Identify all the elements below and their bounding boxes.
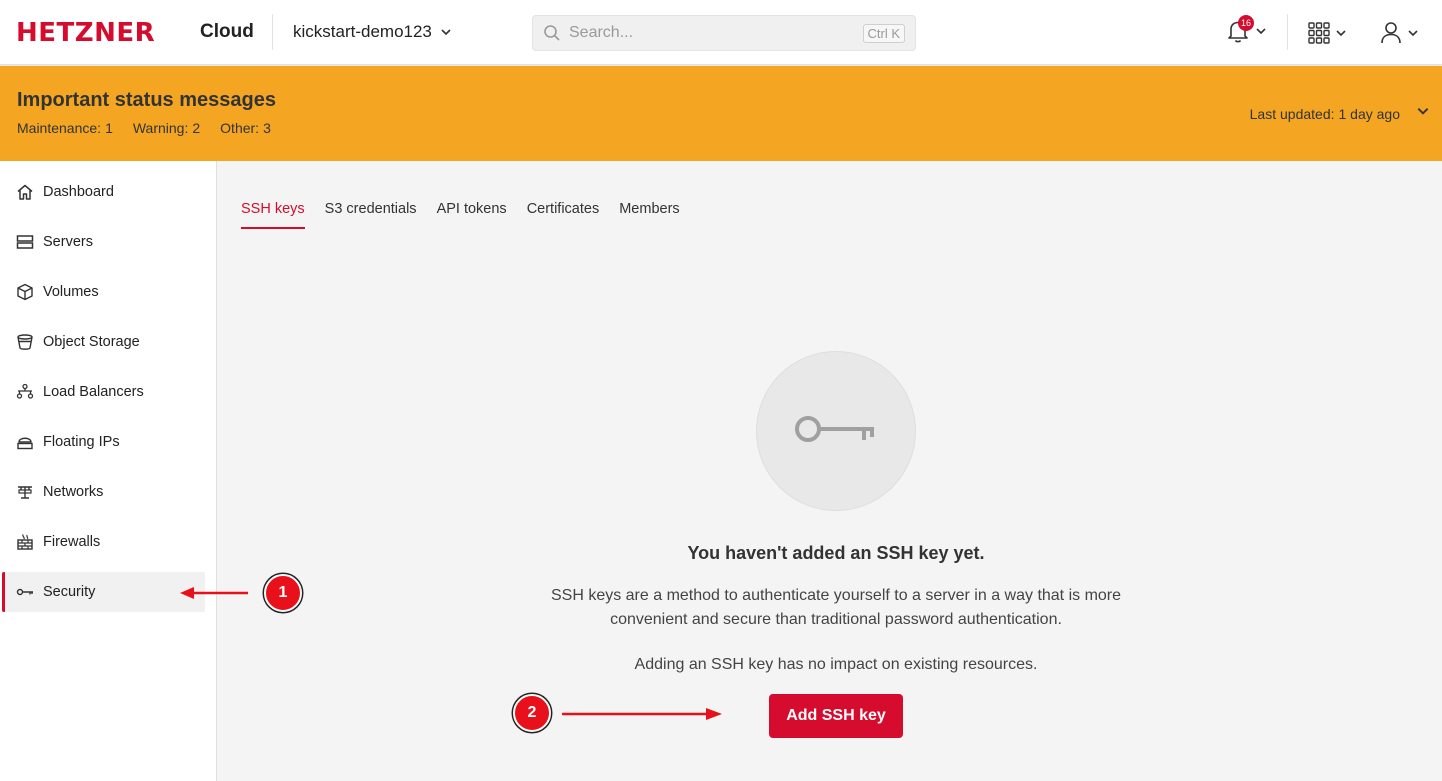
empty-state-description: SSH keys are a method to authenticate yo… <box>550 587 1122 628</box>
status-banner[interactable]: Important status messages Maintenance: 1 … <box>0 66 1442 161</box>
home-icon <box>15 182 35 202</box>
notification-badge: 16 <box>1238 15 1254 31</box>
hetzner-logo[interactable]: HETZNER <box>16 19 155 47</box>
user-icon <box>1381 22 1401 44</box>
header-divider <box>1287 14 1288 50</box>
status-title: Important status messages <box>17 89 276 111</box>
sidebar-item-security[interactable]: Security <box>2 572 205 612</box>
empty-state-note: Adding an SSH key has no impact on exist… <box>634 656 1038 673</box>
sidebar-item-label: Security <box>43 584 96 600</box>
empty-state-illustration <box>756 351 916 511</box>
sidebar: Dashboard Servers Volumes Object Storage… <box>0 161 217 781</box>
key-icon <box>795 416 874 442</box>
annotation-arrow-1 <box>180 587 248 599</box>
sidebar-item-label: Dashboard <box>43 184 114 200</box>
sidebar-item-load-balancers[interactable]: Load Balancers <box>2 372 205 412</box>
server-icon <box>15 232 35 252</box>
search-bar[interactable]: Ctrl K <box>532 15 916 51</box>
security-tabs: SSH keys S3 credentials API tokens Certi… <box>241 201 680 229</box>
sidebar-item-dashboard[interactable]: Dashboard <box>2 172 205 212</box>
sidebar-item-floating-ips[interactable]: Floating IPs <box>2 422 205 462</box>
annotation-marker-2: 2 <box>513 694 551 732</box>
sidebar-item-servers[interactable]: Servers <box>2 222 205 262</box>
tab-api-tokens[interactable]: API tokens <box>437 201 507 229</box>
sidebar-item-label: Load Balancers <box>43 384 144 400</box>
status-count-maintenance: Maintenance: 1 <box>17 120 113 136</box>
header-divider <box>272 14 273 50</box>
search-shortcut: Ctrl K <box>862 23 905 43</box>
sidebar-item-label: Networks <box>43 484 104 500</box>
search-input[interactable] <box>569 24 863 42</box>
add-ssh-key-button[interactable]: Add SSH key <box>769 694 903 738</box>
sidebar-item-label: Servers <box>43 234 93 250</box>
status-count-other: Other: 3 <box>220 120 271 136</box>
apps-menu-button[interactable] <box>1308 22 1347 44</box>
sidebar-item-networks[interactable]: Networks <box>2 472 205 512</box>
product-name: Cloud <box>200 21 254 42</box>
network-icon <box>15 482 35 502</box>
chevron-down-icon <box>1256 28 1266 35</box>
notifications-button[interactable]: 16 <box>1226 15 1267 44</box>
load-balancer-icon <box>15 382 35 402</box>
sidebar-item-volumes[interactable]: Volumes <box>2 272 205 312</box>
sidebar-item-label: Floating IPs <box>43 434 120 450</box>
sidebar-item-object-storage[interactable]: Object Storage <box>2 322 205 362</box>
firewall-icon <box>15 532 35 552</box>
chevron-down-icon <box>1408 30 1418 37</box>
status-counts: Maintenance: 1 Warning: 2 Other: 3 <box>17 120 271 136</box>
sidebar-item-label: Volumes <box>43 284 99 300</box>
grid-icon <box>1308 22 1330 44</box>
tab-s3-credentials[interactable]: S3 credentials <box>325 201 417 229</box>
tab-ssh-keys[interactable]: SSH keys <box>241 201 305 229</box>
sidebar-item-firewalls[interactable]: Firewalls <box>2 522 205 562</box>
user-menu-button[interactable] <box>1380 21 1419 45</box>
annotation-marker-1: 1 <box>264 574 302 612</box>
sidebar-item-label: Object Storage <box>43 334 140 350</box>
bucket-icon <box>15 332 35 352</box>
chevron-down-icon <box>1336 30 1346 37</box>
empty-state-title: You haven't added an SSH key yet. <box>687 543 985 563</box>
floating-ip-icon <box>15 432 35 452</box>
bell-icon: 16 <box>1226 15 1254 44</box>
tab-certificates[interactable]: Certificates <box>527 201 600 229</box>
sidebar-item-label: Firewalls <box>43 534 101 550</box>
project-selector[interactable]: kickstart-demo123 <box>293 22 452 42</box>
chevron-down-icon <box>441 29 451 36</box>
search-icon <box>544 25 560 41</box>
cube-icon <box>15 282 35 302</box>
annotation-arrow-2 <box>562 708 722 720</box>
key-icon <box>15 582 35 602</box>
last-updated: Last updated: 1 day ago <box>1249 106 1400 122</box>
tab-members[interactable]: Members <box>619 201 679 229</box>
project-name: kickstart-demo123 <box>293 22 432 41</box>
chevron-down-icon[interactable] <box>1416 104 1430 118</box>
top-bar: HETZNER Cloud kickstart-demo123 Ctrl K 1… <box>0 0 1442 65</box>
status-count-warning: Warning: 2 <box>132 120 201 136</box>
